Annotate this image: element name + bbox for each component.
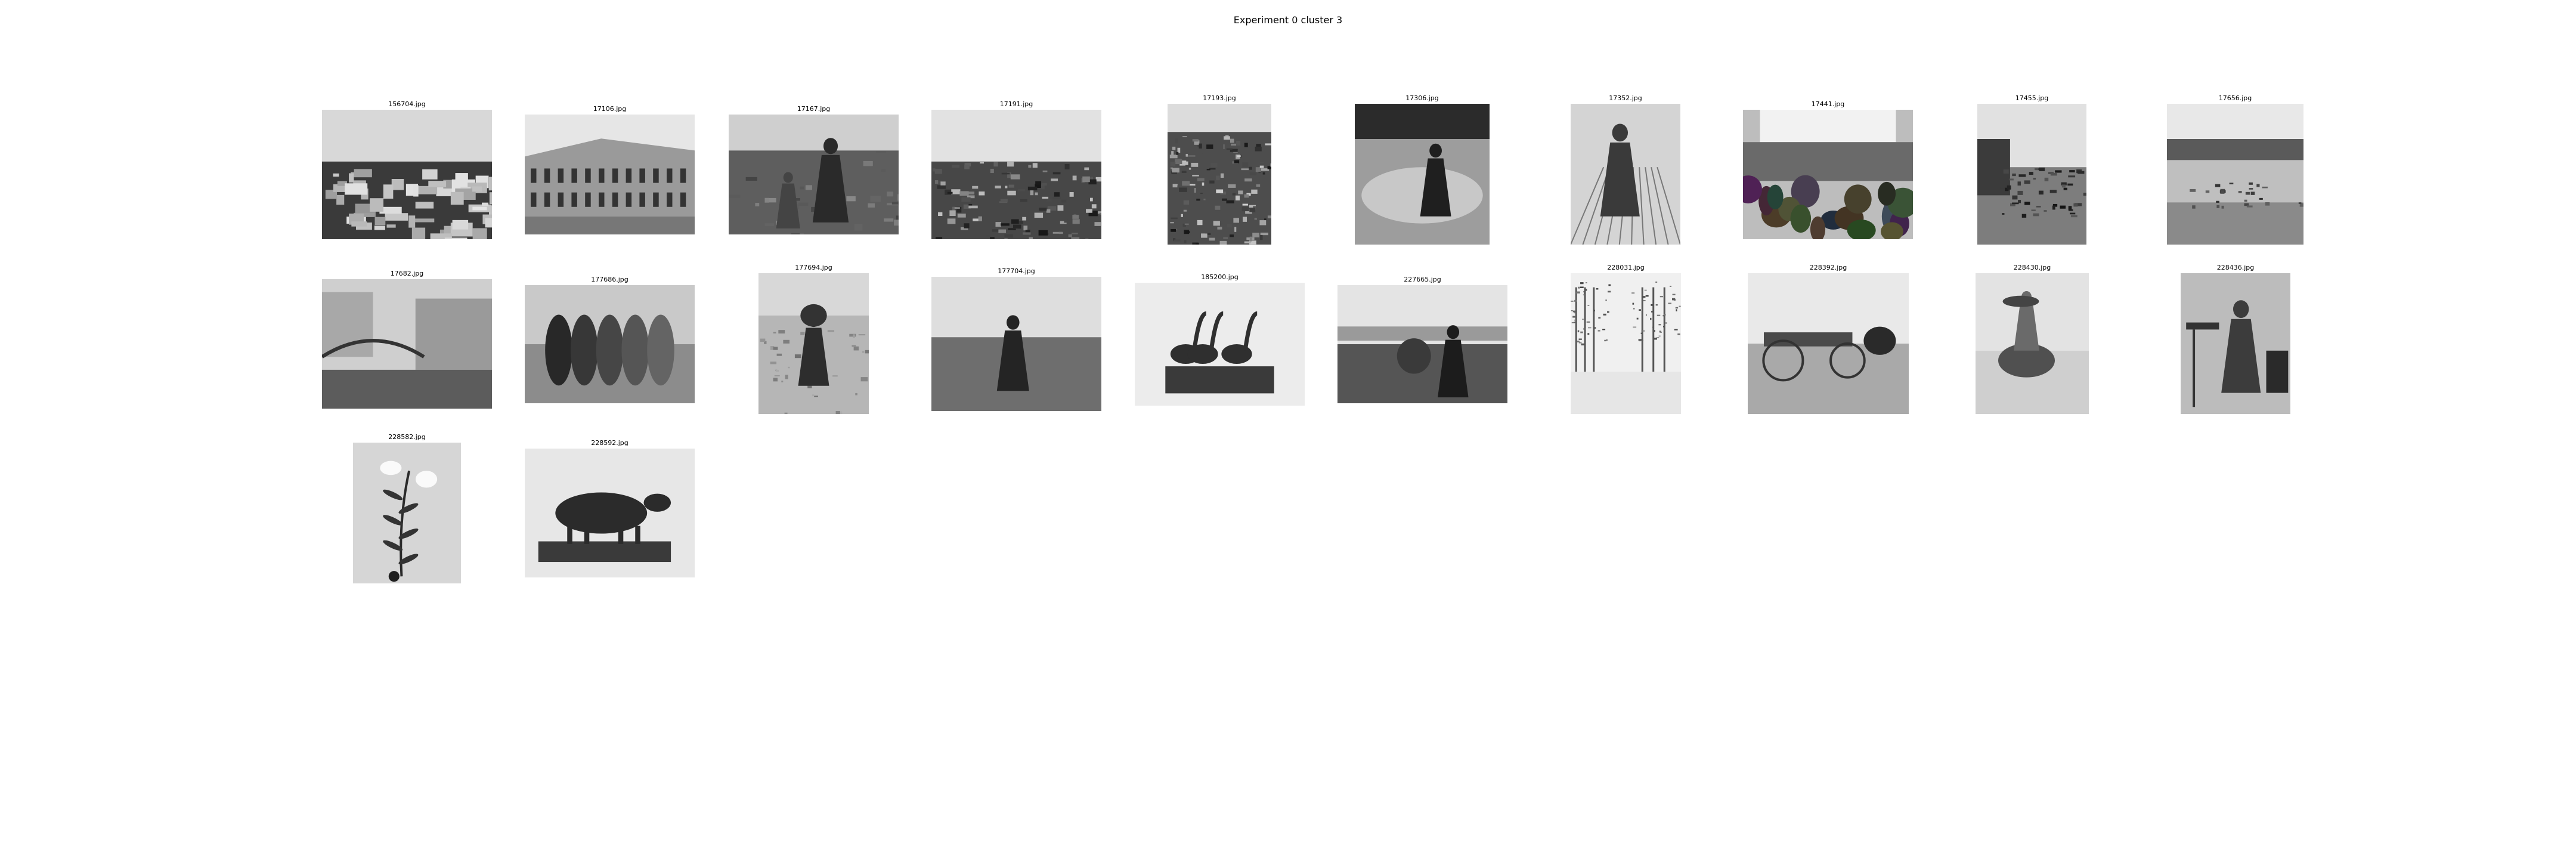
image-caption: 228436.jpg [2216, 264, 2255, 271]
image-caption: 228430.jpg [2013, 264, 2051, 271]
image-thumbnail [1355, 104, 1490, 245]
image-caption: 156704.jpg [388, 100, 426, 108]
figure-title: Experiment 0 cluster 3 [1233, 14, 1343, 26]
image-caption: 17441.jpg [1811, 100, 1845, 108]
image-caption: 228582.jpg [388, 433, 426, 441]
image-caption: 17167.jpg [797, 105, 831, 113]
image-caption: 17193.jpg [1203, 94, 1236, 102]
image-thumbnail [931, 110, 1101, 239]
image-caption: 17455.jpg [2015, 94, 2049, 102]
image-thumbnail [1337, 285, 1507, 403]
image-caption: 17306.jpg [1405, 94, 1439, 102]
image-thumbnail [729, 115, 899, 234]
image-thumbnail [1748, 273, 1909, 414]
image-thumbnail [1571, 273, 1681, 414]
image-caption: 228392.jpg [1809, 264, 1847, 271]
image-caption: 17352.jpg [1609, 94, 1642, 102]
image-caption: 185200.jpg [1201, 273, 1239, 281]
image-thumbnail [525, 285, 695, 403]
image-thumbnail [353, 443, 461, 583]
image-caption: 17106.jpg [593, 105, 627, 113]
image-thumbnail [322, 110, 492, 239]
image-thumbnail [322, 279, 492, 409]
image-caption: 17682.jpg [390, 270, 424, 277]
image-thumbnail [931, 277, 1101, 411]
image-thumbnail [1976, 273, 2089, 414]
image-caption: 17656.jpg [2218, 94, 2252, 102]
image-thumbnail [1977, 104, 2086, 245]
image-caption: 227665.jpg [1404, 276, 1441, 283]
image-caption: 228592.jpg [591, 439, 628, 447]
image-caption: 177694.jpg [795, 264, 832, 271]
image-thumbnail [2181, 273, 2290, 414]
image-caption: 17191.jpg [999, 100, 1033, 108]
image-thumbnail [525, 449, 695, 577]
image-thumbnail [758, 273, 869, 414]
image-caption: 177686.jpg [591, 276, 628, 283]
image-thumbnail [1571, 104, 1680, 245]
image-caption: 228031.jpg [1607, 264, 1645, 271]
image-thumbnail [525, 115, 695, 234]
image-thumbnail [1743, 110, 1913, 239]
image-thumbnail [2167, 104, 2303, 245]
image-thumbnail [1168, 104, 1271, 245]
image-thumbnail [1135, 283, 1305, 406]
image-caption: 177704.jpg [998, 267, 1035, 275]
